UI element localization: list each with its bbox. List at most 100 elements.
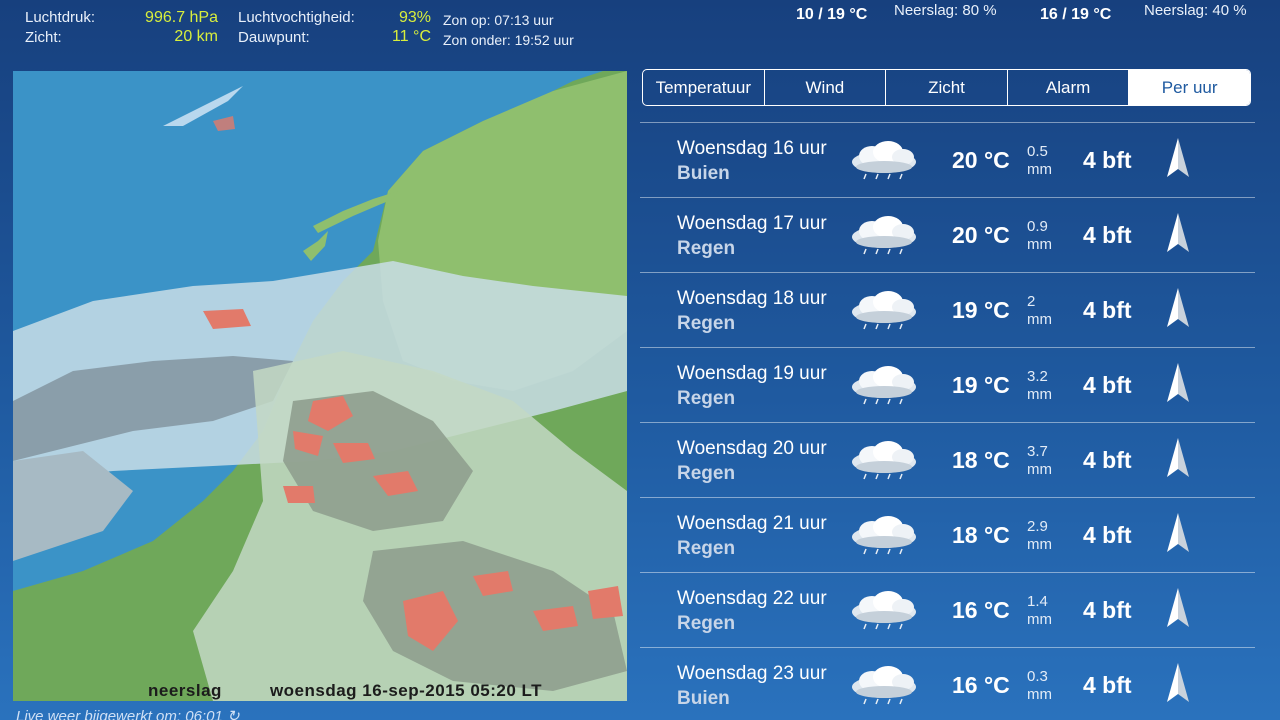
hourly-precipitation: 0.3 mm	[1027, 668, 1052, 704]
radar-map-image	[13, 71, 627, 701]
hourly-time: Woensdag 22 uur	[677, 588, 827, 609]
wind-direction-arrow-icon	[1167, 438, 1189, 477]
wind-direction-arrow-icon	[1167, 663, 1189, 702]
hourly-temperature: 16 °C	[952, 672, 1010, 698]
hourly-condition: Regen	[677, 238, 736, 259]
hourly-time: Woensdag 16 uur	[677, 138, 827, 159]
hourly-row[interactable]: Woensdag 17 uur Regen 20 °C 0.9 mm 4 bft	[640, 197, 1255, 272]
hourly-precip-value: 0.5	[1027, 143, 1048, 160]
humidity-label: Luchtvochtigheid:	[238, 9, 355, 26]
tab-wind[interactable]: Wind	[765, 70, 887, 105]
wind-direction-arrow-icon	[1167, 213, 1189, 252]
hourly-precipitation: 0.5 mm	[1027, 143, 1052, 179]
hourly-row[interactable]: Woensdag 16 uur Buien 20 °C 0.5 mm 4 bft	[640, 122, 1255, 197]
hourly-condition: Regen	[677, 313, 736, 334]
cloud-rain-icon	[852, 516, 916, 555]
sunset-text: Zon onder: 19:52 uur	[443, 32, 574, 48]
dewpoint-value: 11 °C	[391, 28, 431, 45]
cloud-rain-icon	[852, 366, 916, 405]
hourly-time: Woensdag 17 uur	[677, 213, 827, 234]
cloud-rain-icon	[852, 666, 916, 705]
hourly-condition: Regen	[677, 388, 736, 409]
cloud-rain-icon	[852, 591, 916, 630]
hourly-wind-force: 4 bft	[1083, 672, 1132, 698]
forecast-day1-rain: Neerslag: 80 %	[894, 2, 997, 19]
radar-map[interactable]: neerslag woensdag 16-sep-2015 05:20 LT	[13, 71, 627, 701]
hourly-temperature: 20 °C	[952, 222, 1010, 248]
pressure-label: Luchtdruk:	[25, 9, 96, 26]
hourly-temperature: 16 °C	[952, 597, 1010, 623]
hourly-time: Woensdag 23 uur	[677, 663, 827, 684]
dewpoint-label: Dauwpunt:	[238, 29, 310, 46]
hourly-precip-value: 1.4	[1027, 593, 1048, 610]
hourly-wind-force: 4 bft	[1083, 522, 1132, 548]
tab-zicht[interactable]: Zicht	[886, 70, 1008, 105]
visibility-label: Zicht:	[25, 29, 62, 46]
hourly-time: Woensdag 19 uur	[677, 363, 827, 384]
tab-alarm[interactable]: Alarm	[1008, 70, 1130, 105]
hourly-temperature: 18 °C	[952, 447, 1010, 473]
hourly-precip-unit: mm	[1027, 236, 1052, 253]
live-updated-text[interactable]: Live weer bijgewerkt om: 06:01 ↻	[16, 707, 240, 720]
hourly-wind-force: 4 bft	[1083, 147, 1132, 173]
hourly-precip-value: 2.9	[1027, 518, 1048, 535]
hourly-precip-unit: mm	[1027, 161, 1052, 178]
sunrise-text: Zon op: 07:13 uur	[443, 12, 554, 28]
hourly-forecast-list[interactable]: Woensdag 16 uur Buien 20 °C 0.5 mm 4 bft…	[640, 122, 1255, 720]
hourly-row[interactable]: Woensdag 21 uur Regen 18 °C 2.9 mm 4 bft	[640, 497, 1255, 572]
hourly-precip-value: 2	[1027, 293, 1036, 310]
hourly-row[interactable]: Woensdag 23 uur Buien 16 °C 0.3 mm 4 bft	[640, 647, 1255, 720]
pressure-value: 996.7 hPa	[145, 9, 218, 26]
radar-caption-timestamp: woensdag 16-sep-2015 05:20 LT	[269, 681, 543, 700]
hourly-wind-force: 4 bft	[1083, 447, 1132, 473]
hourly-wind-force: 4 bft	[1083, 222, 1132, 248]
refresh-icon[interactable]: ↻	[227, 708, 240, 720]
radar-caption-type: neerslag	[148, 681, 222, 700]
hourly-precipitation: 3.7 mm	[1027, 443, 1052, 479]
hourly-time: Woensdag 18 uur	[677, 288, 827, 309]
hourly-row[interactable]: Woensdag 22 uur Regen 16 °C 1.4 mm 4 bft	[640, 572, 1255, 647]
hourly-precip-unit: mm	[1027, 386, 1052, 403]
hourly-precipitation: 0.9 mm	[1027, 218, 1052, 254]
tab-per-uur[interactable]: Per uur	[1129, 70, 1250, 105]
wind-direction-arrow-icon	[1167, 288, 1189, 327]
cloud-rain-icon	[852, 216, 916, 255]
hourly-wind-force: 4 bft	[1083, 597, 1132, 623]
tab-temperatuur[interactable]: Temperatuur	[643, 70, 765, 105]
hourly-precipitation: 2.9 mm	[1027, 518, 1052, 554]
hourly-temperature: 20 °C	[952, 147, 1010, 173]
top-info-bar: Luchtdruk: 996.7 hPa Zicht: 20 km Luchtv…	[0, 0, 1280, 60]
hourly-precip-unit: mm	[1027, 611, 1052, 628]
view-tabs: Temperatuur Wind Zicht Alarm Per uur	[642, 69, 1251, 106]
wind-direction-arrow-icon	[1167, 513, 1189, 552]
hourly-wind-force: 4 bft	[1083, 297, 1132, 323]
hourly-precip-unit: mm	[1027, 686, 1052, 703]
forecast-day1-temp: 10 / 19 °C	[796, 6, 868, 23]
hourly-condition: Regen	[677, 613, 736, 634]
hourly-time: Woensdag 21 uur	[677, 513, 827, 534]
hourly-row[interactable]: Woensdag 20 uur Regen 18 °C 3.7 mm 4 bft	[640, 422, 1255, 497]
hourly-condition: Regen	[677, 538, 736, 559]
hourly-condition: Regen	[677, 463, 736, 484]
hourly-condition: Buien	[677, 688, 730, 709]
hourly-row[interactable]: Woensdag 18 uur Regen 19 °C 2 mm 4 bft	[640, 272, 1255, 347]
wind-direction-arrow-icon	[1167, 363, 1189, 402]
hourly-temperature: 19 °C	[952, 297, 1010, 323]
visibility-value: 20 km	[174, 28, 218, 45]
hourly-precipitation: 1.4 mm	[1027, 593, 1052, 629]
hourly-condition: Buien	[677, 163, 730, 184]
hourly-precip-unit: mm	[1027, 536, 1052, 553]
wind-direction-arrow-icon	[1167, 138, 1189, 177]
radar-caption: neerslag woensdag 16-sep-2015 05:20 LT	[148, 681, 590, 701]
humidity-value: 93%	[398, 9, 431, 26]
hourly-precip-unit: mm	[1027, 461, 1052, 478]
cloud-rain-icon	[852, 141, 916, 180]
hourly-precipitation: 2 mm	[1027, 293, 1052, 329]
hourly-row[interactable]: Woensdag 19 uur Regen 19 °C 3.2 mm 4 bft	[640, 347, 1255, 422]
updated-label: Live weer bijgewerkt om: 06:01	[16, 708, 223, 720]
hourly-time: Woensdag 20 uur	[677, 438, 827, 459]
hourly-precip-value: 3.7	[1027, 443, 1048, 460]
hourly-precipitation: 3.2 mm	[1027, 368, 1052, 404]
hourly-wind-force: 4 bft	[1083, 372, 1132, 398]
cloud-rain-icon	[852, 291, 916, 330]
